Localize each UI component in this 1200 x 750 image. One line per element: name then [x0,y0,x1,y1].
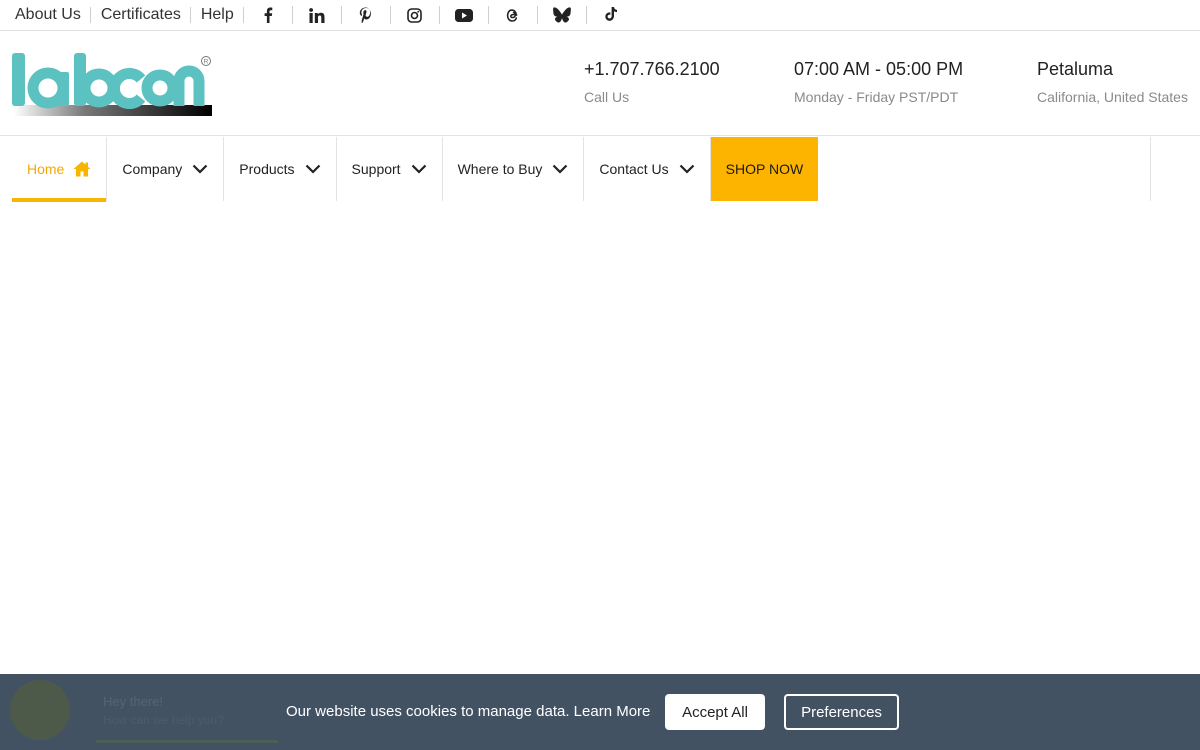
nav-label: Company [122,161,183,177]
nav-label: Where to Buy [457,161,543,177]
chevron-down-icon [411,164,427,174]
chat-avatar [10,680,70,740]
pinterest-icon[interactable] [342,6,391,24]
location-region: California, United States [1037,89,1188,105]
about-us-link[interactable]: About Us [15,7,91,23]
home-icon [73,161,91,177]
facebook-icon[interactable] [244,6,293,24]
nav-item-home[interactable]: Home [12,137,108,202]
accept-all-button[interactable]: Accept All [665,694,765,730]
nav-item-products[interactable]: Products [224,137,337,201]
location-city: Petaluma [1037,59,1114,79]
chevron-down-icon [192,164,208,174]
help-link[interactable]: Help [201,7,244,23]
hours-label: Monday - Friday PST/PDT [794,89,959,105]
tiktok-icon[interactable] [587,6,636,24]
svg-text:R: R [204,59,209,66]
phone-label: Call Us [584,89,630,105]
linkedin-icon[interactable] [293,6,342,24]
hours-info: 07:00 AM - 05:00 PM Monday - Friday PST/… [794,58,963,105]
instagram-icon[interactable] [391,6,440,24]
chat-widget[interactable]: Hey there! How can we help you? [0,674,290,750]
nav-item-company[interactable]: Company [107,137,225,201]
cookie-banner: Hey there! How can we help you? Our webs… [0,674,1200,750]
nav-label: Support [351,161,401,177]
certificates-link[interactable]: Certificates [101,7,191,23]
chat-divider [96,740,278,743]
cookie-message: Our website uses cookies to manage data.… [286,703,650,720]
main-nav: Home Company Products Support Where to B… [12,137,1151,202]
nav-label: Home [27,161,65,177]
location-info: Petaluma California, United States [1037,58,1188,105]
chat-subtitle: How can we help you? [103,713,224,727]
learn-more-link[interactable]: Learn More [574,703,651,720]
labcon-logo[interactable]: R [11,51,213,117]
chevron-down-icon [552,164,568,174]
phone-number[interactable]: +1.707.766.2100 [584,58,720,80]
youtube-icon[interactable] [440,6,489,24]
top-bar: About Us Certificates Help [0,0,1200,31]
phone-info: +1.707.766.2100 Call Us [584,58,720,105]
shop-now-button[interactable]: SHOP NOW [710,137,819,201]
nav-label: Products [239,161,295,177]
site-header: R +1.707.766.2100 Call Us 07:00 AM - 05:… [0,31,1200,136]
chat-title: Hey there! [103,694,163,709]
threads-icon[interactable] [489,6,538,24]
hours-value: 07:00 AM - 05:00 PM [794,59,964,79]
preferences-button[interactable]: Preferences [784,694,899,730]
cookie-text: Our website uses cookies to manage data. [286,703,570,720]
nav-item-contact-us[interactable]: Contact Us [584,137,711,201]
nav-item-support[interactable]: Support [337,137,443,201]
nav-item-where-to-buy[interactable]: Where to Buy [443,137,585,201]
nav-label: Contact Us [599,161,669,177]
bluesky-icon[interactable] [538,6,587,24]
chevron-down-icon [305,164,321,174]
chevron-down-icon [679,164,695,174]
